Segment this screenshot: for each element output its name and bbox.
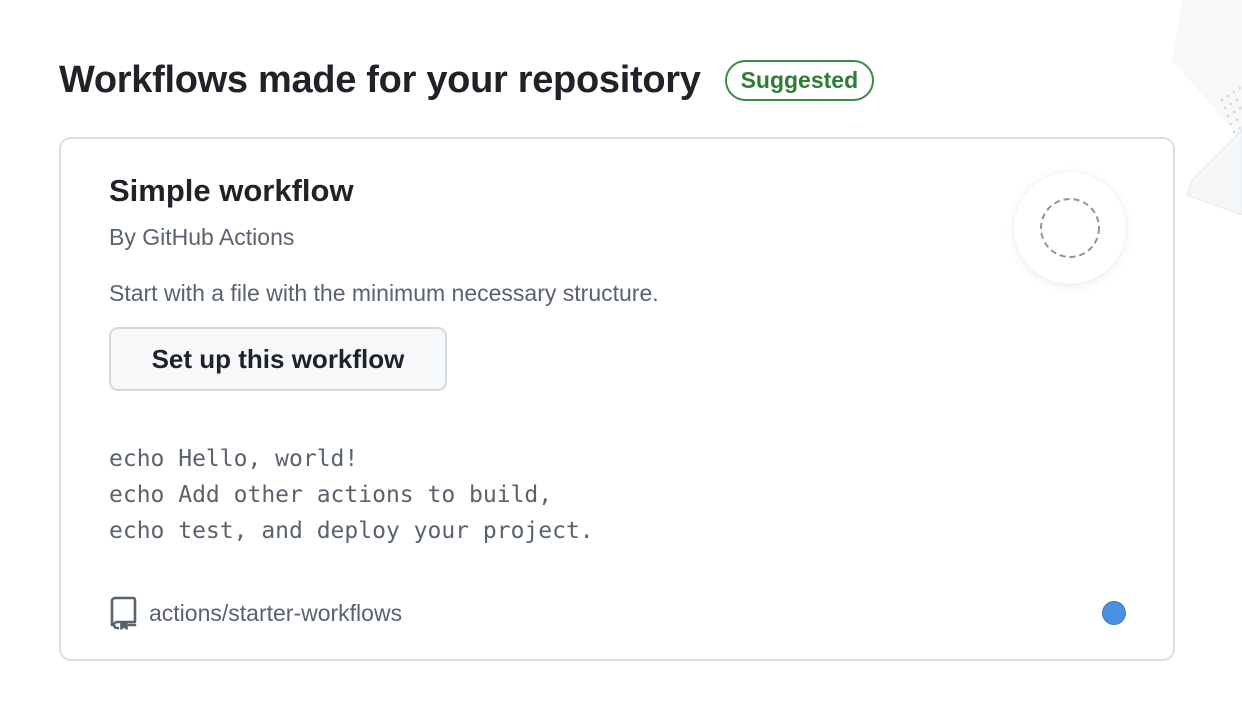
setup-workflow-button[interactable]: Set up this workflow: [109, 327, 447, 391]
language-color-dot: [1102, 601, 1126, 625]
page: Workflows made for your repository Sugge…: [0, 0, 1242, 724]
workflow-logo: [1014, 172, 1126, 284]
page-title: Workflows made for your repository: [59, 59, 701, 101]
workflow-card: Simple workflow By GitHub Actions Start …: [59, 137, 1175, 661]
suggested-badge: Suggested: [724, 59, 875, 101]
code-line: echo Add other actions to build,: [109, 482, 553, 508]
workflow-author: By GitHub Actions: [109, 224, 295, 250]
repo-link[interactable]: actions/starter-workflows: [109, 596, 402, 630]
workflow-description: Start with a file with the minimum neces…: [109, 280, 659, 306]
repo-icon: [110, 596, 137, 630]
workflow-code-preview: echo Hello, world! echo Add other action…: [109, 441, 594, 549]
repo-name: actions/starter-workflows: [149, 599, 403, 626]
dashed-circle-icon: [1040, 198, 1100, 258]
workflow-title: Simple workflow: [109, 173, 354, 208]
code-line: echo Hello, world!: [109, 446, 359, 472]
code-line: echo test, and deploy your project.: [109, 518, 594, 544]
heading-row: Workflows made for your repository Sugge…: [59, 52, 875, 108]
